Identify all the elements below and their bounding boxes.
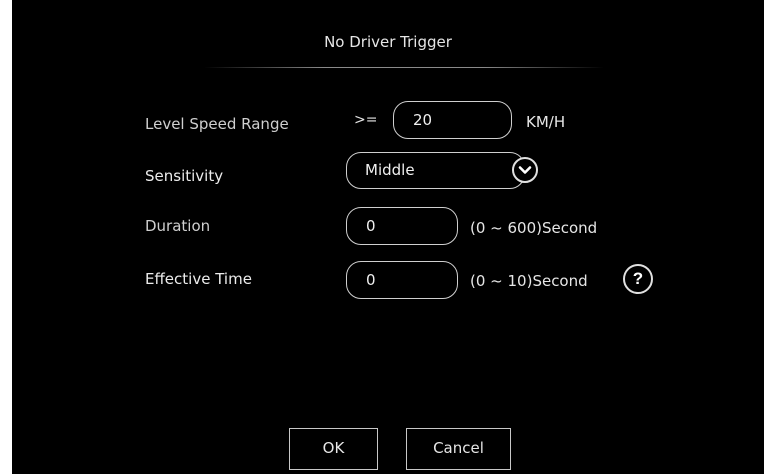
sensitivity-select[interactable]: Middle (346, 152, 538, 189)
duration-label: Duration (145, 217, 211, 235)
speed-operator: >= (354, 112, 378, 128)
dialog-title: No Driver Trigger (324, 33, 452, 51)
title-divider (204, 67, 604, 68)
effective-time-range-hint: (0 ~ 10)Second (470, 272, 588, 290)
no-driver-trigger-dialog: No Driver Trigger Level Speed Range >= K… (12, 0, 764, 474)
chevron-down-icon[interactable] (512, 157, 538, 183)
ok-button[interactable]: OK (289, 428, 378, 470)
duration-range-hint: (0 ~ 600)Second (470, 219, 598, 237)
effective-time-label: Effective Time (145, 270, 252, 288)
level-speed-input[interactable] (393, 101, 512, 139)
duration-input[interactable] (346, 207, 458, 245)
sensitivity-label: Sensitivity (145, 167, 224, 185)
cancel-button[interactable]: Cancel (406, 428, 511, 470)
speed-unit: KM/H (526, 113, 566, 131)
help-icon[interactable]: ? (623, 264, 653, 294)
level-speed-range-label: Level Speed Range (145, 115, 289, 133)
sensitivity-selected-value: Middle (365, 161, 415, 179)
effective-time-input[interactable] (346, 261, 458, 299)
